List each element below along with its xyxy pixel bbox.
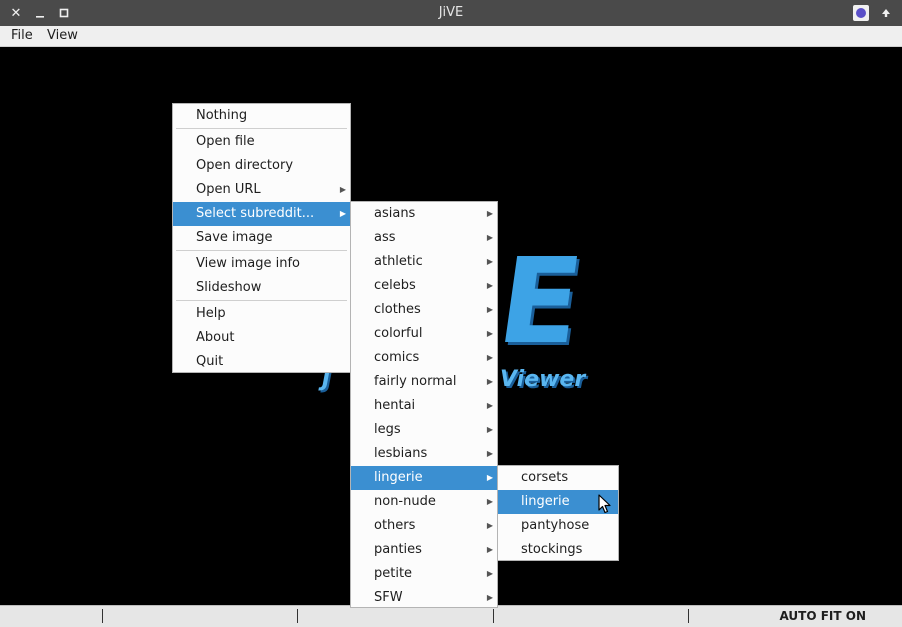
menu-item-slideshow[interactable]: Slideshow	[173, 276, 350, 300]
menu-item-view-image-info[interactable]: View image info	[173, 252, 350, 276]
submenu-arrow-icon: ▶	[339, 185, 346, 194]
app-icon	[853, 5, 869, 21]
status-separator	[688, 609, 689, 623]
menu-divider	[176, 128, 347, 129]
lingerie-item-pantyhose[interactable]: pantyhose	[498, 514, 618, 538]
lingerie-item-corsets[interactable]: corsets	[498, 466, 618, 490]
subreddit-item-legs[interactable]: legs ▶	[351, 418, 497, 442]
menu-item-label: lingerie	[374, 470, 423, 485]
mouse-cursor-icon	[598, 494, 611, 514]
menu-item-quit[interactable]: Quit	[173, 350, 350, 374]
subreddit-item-lingerie[interactable]: lingerie ▶	[351, 466, 497, 490]
window-title: JiVE	[438, 5, 464, 20]
menu-item-help[interactable]: Help	[173, 302, 350, 326]
submenu-arrow-icon: ▶	[486, 209, 493, 218]
submenu-arrow-icon: ▶	[486, 545, 493, 554]
logo-image: E	[490, 232, 591, 370]
menu-item-label: fairly normal	[374, 374, 457, 389]
menu-item-label: comics	[374, 350, 420, 365]
menu-item-save-image[interactable]: Save image	[173, 226, 350, 250]
submenu-arrow-icon: ▶	[486, 449, 493, 458]
menu-item-label: others	[374, 518, 416, 533]
menu-item-select-subreddit[interactable]: Select subreddit... ▶	[173, 202, 350, 226]
menu-item-nothing[interactable]: Nothing	[173, 104, 350, 128]
lingerie-item-stockings[interactable]: stockings	[498, 538, 618, 562]
status-separator	[297, 609, 298, 623]
subreddit-item-asians[interactable]: asians ▶	[351, 202, 497, 226]
menu-item-label: SFW	[374, 590, 403, 605]
status-separator	[102, 609, 103, 623]
keep-above-icon[interactable]	[876, 3, 896, 23]
subreddit-item-lesbians[interactable]: lesbians ▶	[351, 442, 497, 466]
subreddit-item-celebs[interactable]: celebs ▶	[351, 274, 497, 298]
submenu-arrow-icon: ▶	[486, 569, 493, 578]
context-menu: Nothing Open file Open directory Open UR…	[172, 103, 351, 373]
submenu-arrow-icon: ▶	[486, 521, 493, 530]
menu-item-label: petite	[374, 566, 413, 581]
menu-item-label: ass	[374, 230, 396, 245]
submenu-arrow-icon: ▶	[486, 305, 493, 314]
submenu-arrow-icon: ▶	[339, 209, 346, 218]
subreddit-menu: asians ▶ ass ▶ athletic ▶ celebs ▶ clothes ▶ …	[350, 201, 498, 608]
submenu-arrow-icon: ▶	[486, 497, 493, 506]
menu-item-about[interactable]: About	[173, 326, 350, 350]
menu-item-open-directory[interactable]: Open directory	[173, 154, 350, 178]
subreddit-item-clothes[interactable]: clothes ▶	[351, 298, 497, 322]
subreddit-item-ass[interactable]: ass ▶	[351, 226, 497, 250]
menu-bar: File View	[0, 26, 902, 47]
submenu-arrow-icon: ▶	[486, 233, 493, 242]
subreddit-item-others[interactable]: others ▶	[351, 514, 497, 538]
subreddit-item-hentai[interactable]: hentai ▶	[351, 394, 497, 418]
subreddit-item-panties[interactable]: panties ▶	[351, 538, 497, 562]
subreddit-item-non-nude[interactable]: non-nude ▶	[351, 490, 497, 514]
menu-view[interactable]: View	[47, 28, 78, 43]
subreddit-item-comics[interactable]: comics ▶	[351, 346, 497, 370]
subreddit-item-sfw[interactable]: SFW ▶	[351, 586, 497, 610]
submenu-arrow-icon: ▶	[486, 353, 493, 362]
submenu-arrow-icon: ▶	[486, 401, 493, 410]
menu-divider	[176, 250, 347, 251]
submenu-arrow-icon: ▶	[486, 377, 493, 386]
subreddit-item-athletic[interactable]: athletic ▶	[351, 250, 497, 274]
logo-right-text: Viewer	[500, 367, 586, 392]
menu-item-label: non-nude	[374, 494, 436, 509]
menu-item-label: asians	[374, 206, 416, 221]
subreddit-item-petite[interactable]: petite ▶	[351, 562, 497, 586]
submenu-arrow-icon: ▶	[486, 281, 493, 290]
menu-item-label: colorful	[374, 326, 423, 341]
title-bar: ✕ JiVE	[0, 0, 902, 26]
submenu-arrow-icon: ▶	[486, 425, 493, 434]
submenu-arrow-icon: ▶	[486, 257, 493, 266]
menu-divider	[176, 300, 347, 301]
submenu-arrow-icon: ▶	[486, 329, 493, 338]
menu-file[interactable]: File	[11, 28, 33, 43]
menu-item-label: legs	[374, 422, 401, 437]
submenu-arrow-icon: ▶	[486, 473, 493, 482]
auto-fit-status: AUTO FIT ON	[779, 609, 867, 623]
menu-item-label: hentai	[374, 398, 416, 413]
menu-item-label: Select subreddit...	[196, 206, 315, 221]
menu-item-label: athletic	[374, 254, 423, 269]
menu-item-label: celebs	[374, 278, 416, 293]
status-separator	[493, 609, 494, 623]
menu-item-label: panties	[374, 542, 422, 557]
submenu-arrow-icon: ▶	[486, 593, 493, 602]
menu-item-open-file[interactable]: Open file	[173, 130, 350, 154]
subreddit-item-fairly-normal[interactable]: fairly normal ▶	[351, 370, 497, 394]
subreddit-item-colorful[interactable]: colorful ▶	[351, 322, 497, 346]
menu-item-label: lesbians	[374, 446, 428, 461]
menu-item-open-url[interactable]: Open URL ▶	[173, 178, 350, 202]
menu-item-label: Open URL	[196, 182, 261, 197]
menu-item-label: clothes	[374, 302, 421, 317]
